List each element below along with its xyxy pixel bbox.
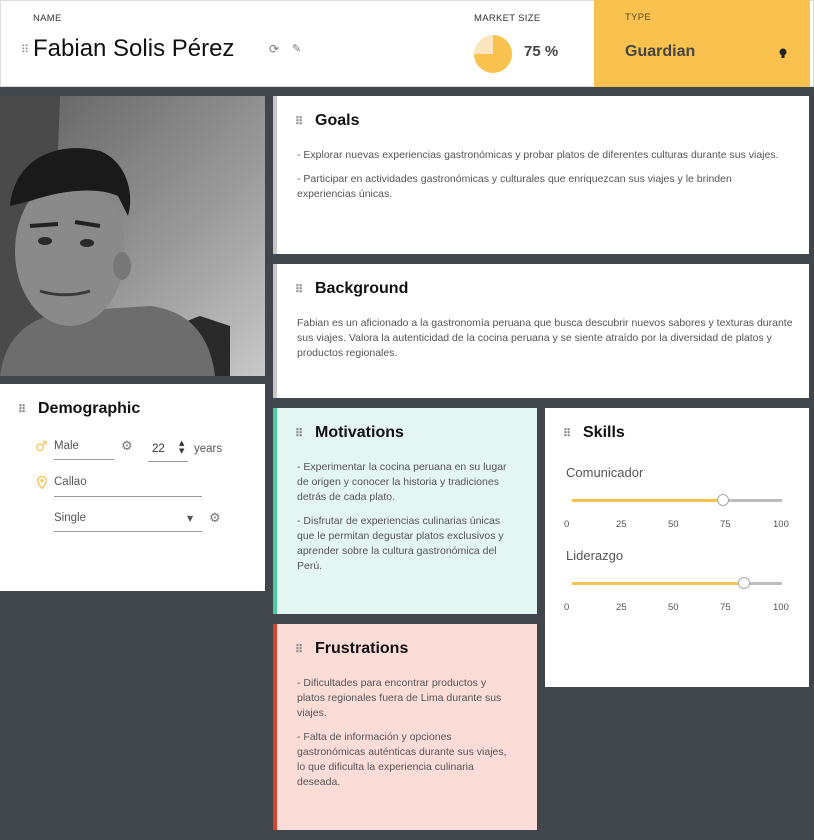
goal-item: - Explorar nuevas experiencias gastronóm… [297,149,779,161]
male-gender-icon: ♂ [35,439,48,455]
slider-tick: 100 [773,602,789,613]
goals-body[interactable]: - Explorar nuevas experiencias gastronóm… [297,148,793,211]
frustrations-title-text: Frustrations [315,640,409,657]
slider-tick: 75 [720,602,731,613]
age-unit: years [194,443,223,455]
background-body[interactable]: Fabian es un aficionado a la gastronomía… [297,316,793,361]
goals-title: ⠿ Goals [295,112,359,130]
drag-handle-icon[interactable]: ⠿ [295,115,305,128]
drag-handle-icon[interactable]: ⠿ [18,403,28,416]
lightbulb-icon[interactable] [779,48,787,60]
drag-handle-icon[interactable]: ⠿ [295,283,305,296]
demographic-title: ⠿ Demographic [18,400,140,418]
motivations-card: ⠿ Motivations - Experimentar la cocina p… [273,408,537,614]
skills-title: ⠿ Skills [563,424,625,442]
age-stepper-icon[interactable]: ▲ ▼ [179,439,184,455]
drag-handle-icon[interactable]: ⠿ [563,427,573,440]
slider-tick: 75 [720,519,731,530]
goals-title-text: Goals [315,112,360,129]
background-title-text: Background [315,280,409,297]
frustrations-card: ⠿ Frustrations - Dificultades para encon… [273,624,537,830]
edit-pencil-icon[interactable]: ✎ [292,42,301,55]
marital-status-select[interactable]: Single [54,512,86,524]
frustration-item: - Dificultades para encontrar productos … [297,677,502,719]
slider-tick: 0 [564,519,570,530]
frustrations-body[interactable]: - Dificultades para encontrar productos … [297,676,515,799]
skill-label: Comunicador [566,465,644,480]
frustration-item: - Falta de información y opciones gastro… [297,731,507,788]
frustrations-title: ⠿ Frustrations [295,640,408,658]
skill-slider-fill [572,499,724,502]
refresh-icon[interactable]: ⟳ [269,42,279,56]
drag-handle-icon[interactable]: ⠿ [295,643,305,656]
demographic-card: ⠿ Demographic ♂ Male ⚙ 22 ▲ ▼ years Calla… [0,384,265,591]
background-card: ⠿ Background Fabian es un aficionado a l… [273,264,809,398]
skill-slider-knob[interactable] [738,577,751,589]
goals-card: ⠿ Goals - Explorar nuevas experiencias g… [273,96,809,254]
age-input[interactable]: 22 [152,443,165,455]
drag-handle-icon[interactable]: ⠿ [21,43,31,56]
slider-tick: 25 [616,602,627,613]
goal-item: - Participar en actividades gastronómica… [297,173,732,200]
type-box[interactable]: TYPE Guardian [594,0,810,87]
name-label: NAME [33,13,62,24]
slider-tick: 100 [773,519,789,530]
market-size-pie-icon [474,35,512,73]
market-size-value: 75 % [524,43,559,60]
motivation-item: - Disfrutar de experiencias culinarias ú… [297,515,504,572]
skill-slider-fill [572,582,745,585]
type-label: TYPE [625,12,652,23]
motivations-body[interactable]: - Experimentar la cocina peruana en su l… [297,460,515,583]
demographic-title-text: Demographic [38,400,141,417]
skill-slider-knob[interactable] [717,494,730,506]
skills-title-text: Skills [583,424,625,441]
motivations-title: ⠿ Motivations [295,424,404,442]
location-pin-icon [37,476,47,489]
chevron-down-icon[interactable]: ▼ [187,514,193,523]
drag-handle-icon[interactable]: ⠿ [295,427,305,440]
persona-photo[interactable] [0,96,265,376]
persona-type: Guardian [625,43,696,60]
slider-tick: 50 [668,519,679,530]
slider-tick: 50 [668,602,679,613]
persona-name[interactable]: Fabian Solis Pérez [33,35,234,63]
motivation-item: - Experimentar la cocina peruana en su l… [297,461,507,503]
gender-select[interactable]: Male [54,440,79,452]
motivations-title-text: Motivations [315,424,404,441]
slider-tick: 25 [616,519,627,530]
slider-tick: 0 [564,602,570,613]
location-input[interactable]: Callao [54,476,87,488]
gear-icon[interactable]: ⚙ [121,439,133,454]
skill-label: Liderazgo [566,548,624,563]
gear-icon[interactable]: ⚙ [209,511,221,526]
background-title: ⠿ Background [295,280,408,298]
skills-card: ⠿ Skills Comunicador 0 25 50 75 100 Lide… [545,408,809,687]
market-size-label: MARKET SIZE [474,13,541,24]
